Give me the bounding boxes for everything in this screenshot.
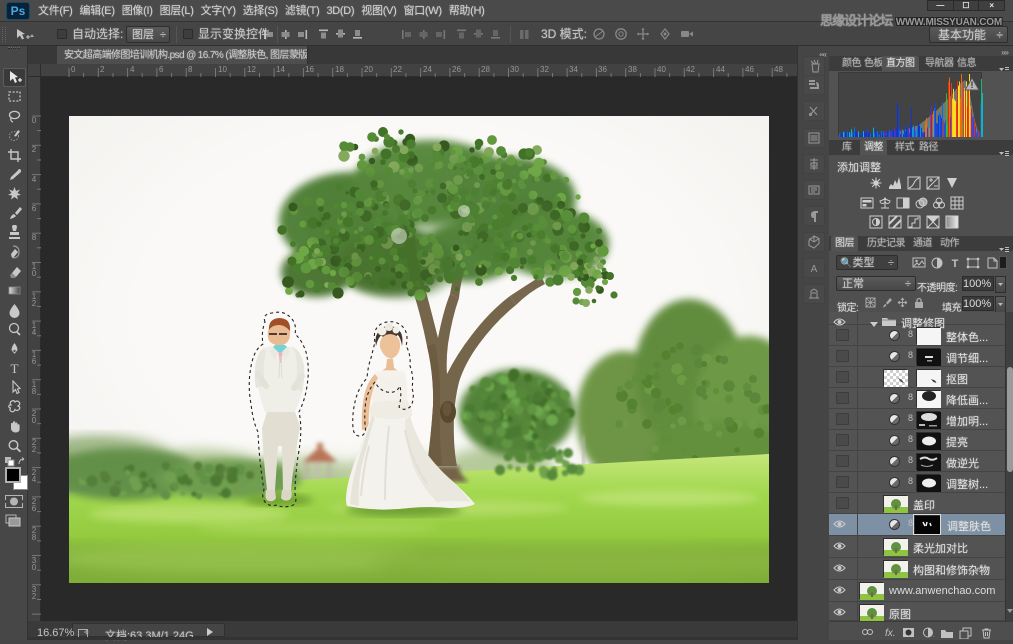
svg-text:A: A bbox=[811, 264, 818, 275]
svg-text:T: T bbox=[952, 258, 959, 270]
svg-text:T: T bbox=[11, 361, 19, 376]
svg-text:!: ! bbox=[971, 80, 974, 90]
svg-text:.: . bbox=[933, 633, 935, 639]
svg-text:fx.: fx. bbox=[885, 628, 896, 639]
